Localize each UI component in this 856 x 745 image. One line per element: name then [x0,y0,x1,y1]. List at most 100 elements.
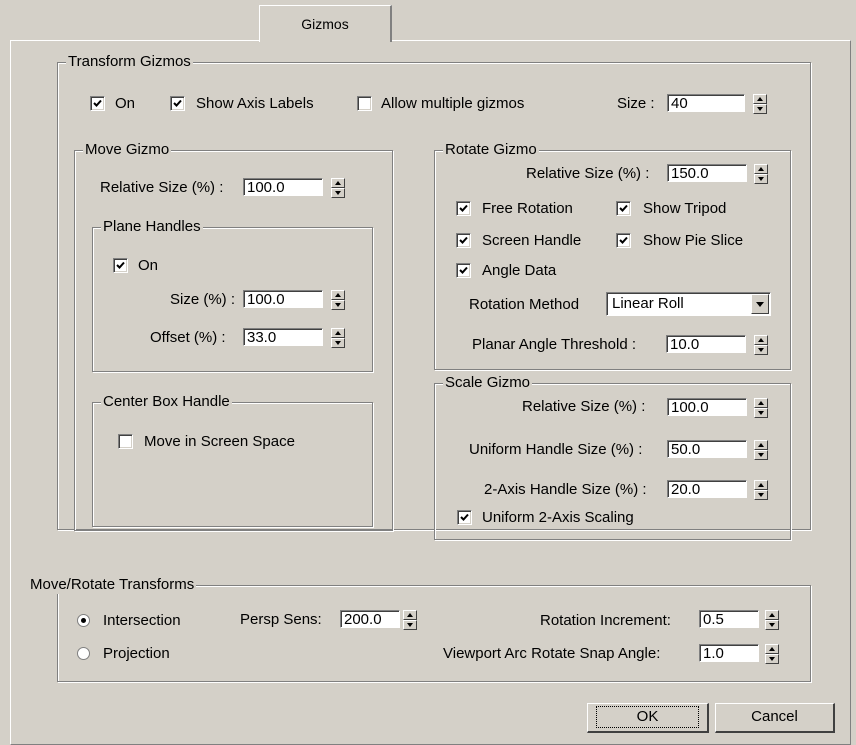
spinner-up-icon[interactable] [754,480,768,490]
spinner-up-icon[interactable] [765,644,779,654]
persp-sens-label: Persp Sens: [240,611,322,628]
plane-size-input[interactable]: 100.0 [243,290,323,308]
plane-offset-spinner[interactable] [331,328,345,348]
rotation-increment-input[interactable]: 0.5 [699,610,759,628]
spinner-up-icon[interactable] [754,335,768,345]
screen-handle-checkbox[interactable] [456,233,471,248]
on-label: On [115,95,136,112]
tab-gizmos[interactable]: Gizmos [259,5,392,42]
spinner-up-icon[interactable] [331,290,345,300]
move-rotate-transforms-group: Move/Rotate Transforms [28,576,811,682]
spinner-down-icon[interactable] [754,174,768,184]
spinner-down-icon[interactable] [331,188,345,198]
show-tripod-label: Show Tripod [643,200,727,217]
move-in-screen-space-checkbox[interactable] [118,434,133,449]
rotation-method-value: Linear Roll [612,295,684,312]
planar-angle-threshold-spinner[interactable] [754,335,768,355]
rotate-relative-size-spinner[interactable] [754,164,768,184]
arc-rotate-snap-input[interactable]: 1.0 [699,644,759,662]
allow-multiple-gizmos-checkbox[interactable] [357,96,372,111]
center-box-handle-group: Center Box Handle [92,393,373,527]
spinner-down-icon[interactable] [765,620,779,630]
spinner-down-icon[interactable] [754,408,768,418]
spinner-up-icon[interactable] [331,178,345,188]
spinner-down-icon[interactable] [403,620,417,630]
spinner-down-icon[interactable] [754,450,768,460]
spinner-up-icon[interactable] [403,610,417,620]
scale-relative-size-input[interactable]: 100.0 [667,398,747,416]
plane-size-spinner[interactable] [331,290,345,310]
spinner-down-icon[interactable] [754,490,768,500]
scale-relative-size-spinner[interactable] [754,398,768,418]
uniform-handle-size-spinner[interactable] [754,440,768,460]
rotation-increment-spinner[interactable] [765,610,779,630]
intersection-label: Intersection [103,612,181,629]
spinner-down-icon[interactable] [765,654,779,664]
uniform-2-axis-scaling-checkbox[interactable] [457,510,472,525]
spinner-up-icon[interactable] [331,328,345,338]
planar-angle-threshold-label: Planar Angle Threshold : [472,336,636,353]
plane-size-label: Size (%) : [170,291,236,308]
persp-sens-input[interactable]: 200.0 [340,610,400,628]
spinner-up-icon[interactable] [753,94,767,104]
two-axis-handle-size-input[interactable]: 20.0 [667,480,747,498]
screen-handle-label: Screen Handle [482,232,582,249]
intersection-radio[interactable] [77,614,90,627]
free-rotation-checkbox[interactable] [456,201,471,216]
two-axis-handle-size-spinner[interactable] [754,480,768,500]
size-input[interactable]: 40 [667,94,745,112]
rotation-method-label: Rotation Method [469,296,580,313]
spinner-down-icon[interactable] [331,338,345,348]
on-checkbox[interactable] [90,96,105,111]
move-in-screen-space-label: Move in Screen Space [144,433,295,450]
move-relative-size-label: Relative Size (%) : [100,179,224,196]
uniform-2-axis-scaling-label: Uniform 2-Axis Scaling [482,509,634,526]
dropdown-arrow-icon[interactable] [751,294,769,314]
spinner-up-icon[interactable] [754,440,768,450]
radio-selected-dot [81,618,86,623]
scale-gizmo-title: Scale Gizmo [443,374,533,392]
plane-handles-on-checkbox[interactable] [113,258,128,273]
rotate-relative-size-input[interactable]: 150.0 [667,164,747,182]
arc-rotate-snap-spinner[interactable] [765,644,779,664]
spinner-up-icon[interactable] [754,164,768,174]
uniform-handle-size-input[interactable]: 50.0 [667,440,747,458]
two-axis-handle-size-label: 2-Axis Handle Size (%) : [484,481,647,498]
show-pie-slice-checkbox[interactable] [616,233,631,248]
planar-angle-threshold-input[interactable]: 10.0 [666,335,746,353]
spinner-down-icon[interactable] [754,345,768,355]
spinner-up-icon[interactable] [765,610,779,620]
show-pie-slice-label: Show Pie Slice [643,232,744,249]
scale-relative-size-label: Relative Size (%) : [522,398,646,415]
angle-data-checkbox[interactable] [456,263,471,278]
free-rotation-label: Free Rotation [482,200,573,217]
show-tripod-checkbox[interactable] [616,201,631,216]
center-box-handle-title: Center Box Handle [101,393,232,411]
tab-gizmos-label: Gizmos [301,16,349,32]
move-relative-size-spinner[interactable] [331,178,345,198]
plane-offset-input[interactable]: 33.0 [243,328,323,346]
plane-handles-title: Plane Handles [101,218,203,236]
spinner-up-icon[interactable] [754,398,768,408]
allow-multiple-gizmos-label: Allow multiple gizmos [381,95,525,112]
spinner-down-icon[interactable] [331,300,345,310]
rotate-gizmo-title: Rotate Gizmo [443,141,539,159]
ok-button[interactable]: OK [587,703,709,733]
cancel-button-label: Cancel [751,708,798,725]
move-gizmo-title: Move Gizmo [83,141,172,159]
cancel-button[interactable]: Cancel [715,703,835,733]
show-axis-labels-checkbox[interactable] [170,96,185,111]
uniform-handle-size-label: Uniform Handle Size (%) : [469,441,643,458]
size-spinner[interactable] [753,94,767,114]
plane-offset-label: Offset (%) : [150,329,226,346]
rotation-method-select[interactable]: Linear Roll [606,292,771,316]
transform-gizmos-title: Transform Gizmos [66,53,193,71]
projection-radio[interactable] [77,647,90,660]
spinner-down-icon[interactable] [753,104,767,114]
persp-sens-spinner[interactable] [403,610,417,630]
arc-rotate-snap-label: Viewport Arc Rotate Snap Angle: [443,645,661,662]
move-relative-size-input[interactable]: 100.0 [243,178,323,196]
rotate-relative-size-label: Relative Size (%) : [526,165,650,182]
show-axis-labels-label: Show Axis Labels [196,95,314,112]
rotation-increment-label: Rotation Increment: [540,612,671,629]
